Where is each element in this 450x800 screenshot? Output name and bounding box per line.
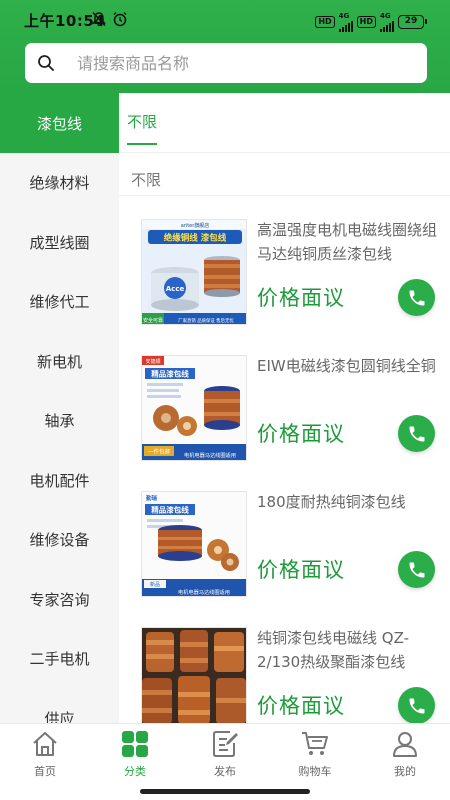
image-banner-text: 绝缘铜线 漆包线 — [164, 233, 227, 244]
product-image: 勤瑞 精品漆包线 新品 电机电器马达线圈适用 — [141, 491, 247, 597]
phone-icon — [409, 698, 424, 713]
search-input[interactable] — [77, 43, 407, 83]
status-bar: 上午10:54 HD 4G HD 4G 29 — [0, 0, 450, 40]
image-footer-text: 电机电器马达线圈适用 — [184, 451, 236, 459]
sidebar-item-insulation-material[interactable]: 绝缘材料 — [0, 153, 119, 213]
product-price: 价格面议 — [257, 558, 345, 582]
image-footer-text: 厂家直销 品质保证 售后无忧 — [178, 317, 234, 324]
cart-icon — [302, 732, 328, 755]
image-footer-tag: 新品 — [150, 581, 160, 588]
phone-icon — [409, 290, 424, 305]
home-indicator[interactable] — [140, 789, 310, 794]
category-icon — [122, 731, 148, 757]
image-banner-text: 精品漆包线 — [151, 505, 189, 515]
network-type-1: 4G — [338, 12, 350, 20]
sidebar-item-supply[interactable]: 供应 — [0, 689, 119, 723]
product-image: 安捷顺 精品漆包线 一件包邮 电机电器马达线圈适用 — [141, 355, 247, 461]
nav-home-label: 首页 — [34, 765, 56, 778]
edit-document-icon — [213, 731, 238, 757]
image-brand-text: ariter旗舰店 — [181, 222, 210, 229]
phone-icon — [409, 562, 424, 577]
nav-profile-label: 我的 — [394, 765, 416, 778]
sidebar-item-repair-equipment[interactable]: 维修设备 — [0, 510, 119, 570]
tab-unlimited[interactable]: 不限 — [127, 111, 157, 132]
signal-1: 4G — [338, 12, 353, 32]
sidebar-item-formed-coil[interactable]: 成型线圈 — [0, 213, 119, 273]
signal-2: 4G — [380, 12, 394, 32]
product-panel: 不限 不限 ariter旗舰店 绝缘铜线 漆包线 Acce 安全可靠 厂家直销 … — [119, 93, 450, 723]
product-item[interactable]: 勤瑞 精品漆包线 新品 电机电器马达线圈适用 180度耐热纯铜漆包线 价格面议 — [119, 491, 450, 627]
user-icon — [393, 732, 417, 757]
image-tag-text: 勤瑞 — [146, 494, 158, 502]
nav-publish-label: 发布 — [214, 765, 236, 778]
sidebar-item-expert-consult[interactable]: 专家咨询 — [0, 570, 119, 630]
category-sidebar: 漆包线 绝缘材料 成型线圈 维修代工 新电机 轴承 电机配件 维修设备 专家咨询… — [0, 93, 119, 723]
tab-bar: 不限 — [119, 93, 450, 153]
product-image — [141, 627, 247, 723]
filter-row: 不限 — [119, 154, 450, 196]
home-icon — [33, 732, 57, 756]
status-icons: HD 4G HD 4G 29 — [315, 12, 427, 32]
product-title[interactable]: 高温强度电机电磁线圈绕组马达纯铜质丝漆包线 — [257, 218, 443, 266]
product-item[interactable]: 纯铜漆包线电磁线 QZ-2/130热级聚酯漆包线 价格面议 — [119, 627, 450, 723]
nav-profile[interactable]: 我的 — [360, 729, 450, 789]
image-footer-tag: 安全可靠 — [143, 317, 163, 324]
product-price: 价格面议 — [257, 694, 345, 718]
product-item[interactable]: ariter旗舰店 绝缘铜线 漆包线 Acce 安全可靠 厂家直销 品质保证 售… — [119, 219, 450, 355]
muted-bell-icon — [92, 11, 106, 27]
sidebar-item-bearing[interactable]: 轴承 — [0, 391, 119, 451]
image-tag-text: 安捷顺 — [145, 358, 160, 365]
alarm-clock-icon — [113, 11, 127, 27]
battery-icon: 29 — [398, 15, 427, 29]
search-bar[interactable] — [25, 43, 427, 83]
hd-badge-1: HD — [315, 16, 335, 28]
product-title[interactable]: EIW电磁线漆包圆铜线全铜 — [257, 354, 443, 378]
nav-cart-label: 购物车 — [298, 765, 332, 778]
sidebar-item-new-motor[interactable]: 新电机 — [0, 332, 119, 392]
call-button[interactable] — [398, 687, 435, 723]
image-banner-text: 精品漆包线 — [151, 369, 189, 379]
call-button[interactable] — [398, 551, 435, 588]
nav-publish[interactable]: 发布 — [180, 729, 270, 789]
product-price: 价格面议 — [257, 422, 345, 446]
signal-bars-icon — [338, 20, 353, 32]
sidebar-item-repair-service[interactable]: 维修代工 — [0, 272, 119, 332]
sidebar-item-enameled-wire[interactable]: 漆包线 — [0, 93, 119, 153]
phone-icon — [409, 426, 424, 441]
call-button[interactable] — [398, 279, 435, 316]
product-title[interactable]: 纯铜漆包线电磁线 QZ-2/130热级聚酯漆包线 — [257, 626, 443, 674]
filter-unlimited[interactable]: 不限 — [131, 169, 161, 190]
call-button[interactable] — [398, 415, 435, 452]
hd-badge-2: HD — [356, 16, 376, 28]
nav-category[interactable]: 分类 — [90, 729, 180, 789]
product-item[interactable]: 安捷顺 精品漆包线 一件包邮 电机电器马达线圈适用 EIW电磁线漆包圆铜线全铜 … — [119, 355, 450, 491]
svg-text:Acce: Acce — [166, 285, 185, 293]
app-header: 上午10:54 HD 4G HD 4G 29 — [0, 0, 450, 93]
nav-category-label: 分类 — [124, 765, 146, 778]
product-image: ariter旗舰店 绝缘铜线 漆包线 Acce 安全可靠 厂家直销 品质保证 售… — [141, 219, 247, 325]
image-footer-text: 电机电器马达线圈适用 — [178, 588, 230, 596]
network-type-2: 4G — [380, 12, 391, 20]
product-title[interactable]: 180度耐热纯铜漆包线 — [257, 490, 443, 514]
product-price: 价格面议 — [257, 286, 345, 310]
tab-underline — [127, 143, 157, 145]
image-footer-tag: 一件包邮 — [148, 448, 171, 456]
signal-bars-icon — [380, 20, 394, 32]
sidebar-item-used-motor[interactable]: 二手电机 — [0, 629, 119, 689]
sidebar-item-motor-parts[interactable]: 电机配件 — [0, 451, 119, 511]
search-icon — [38, 55, 54, 71]
nav-cart[interactable]: 购物车 — [270, 729, 360, 789]
nav-home[interactable]: 首页 — [0, 729, 90, 789]
